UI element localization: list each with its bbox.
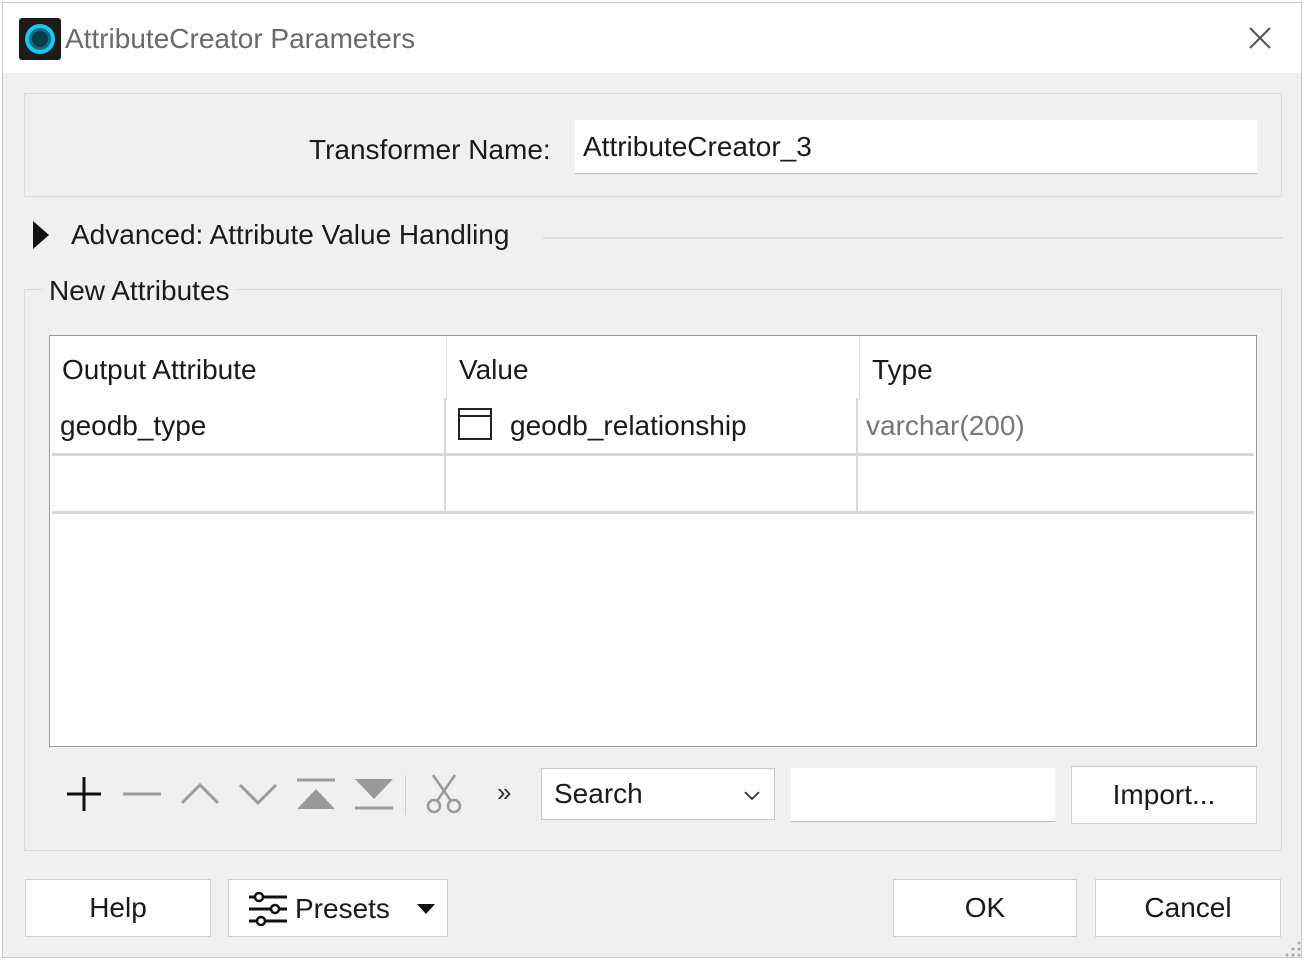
help-button[interactable]: Help bbox=[25, 879, 211, 937]
advanced-divider bbox=[543, 237, 1283, 239]
column-header-value[interactable]: Value bbox=[447, 336, 859, 400]
dialog-window: AttributeCreator Parameters Transformer … bbox=[2, 2, 1302, 958]
remove-button[interactable] bbox=[119, 771, 165, 817]
table-row[interactable]: geodb_type geodb_relationship varchar(20… bbox=[52, 398, 1254, 456]
text-editor-icon[interactable] bbox=[458, 408, 492, 440]
search-input[interactable] bbox=[791, 768, 1055, 822]
close-button[interactable] bbox=[1239, 17, 1281, 59]
search-dropdown[interactable]: Search bbox=[541, 768, 775, 820]
move-down-button[interactable] bbox=[235, 771, 281, 817]
value-cell-text: geodb_relationship bbox=[510, 410, 747, 441]
type-cell[interactable] bbox=[866, 456, 1252, 512]
window-title: AttributeCreator Parameters bbox=[65, 23, 416, 54]
column-header-type[interactable]: Type bbox=[860, 336, 1254, 400]
move-down-icon bbox=[238, 783, 278, 806]
chevron-down-icon bbox=[744, 791, 760, 801]
sliders-icon bbox=[249, 892, 287, 926]
search-dropdown-value: Search bbox=[554, 778, 643, 809]
import-button[interactable]: Import... bbox=[1071, 766, 1257, 824]
move-top-button[interactable] bbox=[293, 771, 339, 817]
value-cell[interactable]: geodb_relationship bbox=[446, 398, 856, 454]
move-bottom-button[interactable] bbox=[351, 771, 397, 817]
presets-button[interactable]: Presets bbox=[228, 879, 448, 937]
cancel-button[interactable]: Cancel bbox=[1095, 879, 1281, 937]
title-bar: AttributeCreator Parameters bbox=[3, 3, 1301, 73]
add-icon bbox=[67, 777, 101, 811]
expand-triangle-icon[interactable] bbox=[33, 221, 49, 249]
toolbar-separator bbox=[405, 775, 406, 815]
app-logo-icon bbox=[19, 18, 61, 60]
table-row[interactable] bbox=[52, 456, 1254, 514]
resize-grip-icon[interactable] bbox=[1281, 937, 1303, 959]
transformer-name-input[interactable] bbox=[575, 120, 1257, 174]
output-attribute-cell[interactable]: geodb_type bbox=[60, 398, 446, 454]
ok-button[interactable]: OK bbox=[893, 879, 1077, 937]
caret-down-icon[interactable] bbox=[417, 904, 435, 914]
move-bottom-icon bbox=[355, 779, 393, 810]
table-toolbar: » Search Import... bbox=[49, 765, 1259, 827]
cut-icon bbox=[426, 774, 462, 814]
attributes-table: Output Attribute Value Type geodb_type g… bbox=[49, 335, 1257, 747]
cut-button[interactable] bbox=[421, 771, 467, 817]
move-up-icon bbox=[180, 782, 220, 805]
type-cell[interactable]: varchar(200) bbox=[866, 398, 1252, 454]
advanced-section-label[interactable]: Advanced: Attribute Value Handling bbox=[71, 219, 516, 251]
close-icon bbox=[1249, 27, 1271, 49]
more-options-button[interactable]: » bbox=[497, 777, 511, 808]
add-button[interactable] bbox=[61, 771, 107, 817]
advanced-section-toggle[interactable]: Advanced: Attribute Value Handling bbox=[33, 217, 1283, 257]
new-attributes-label: New Attributes bbox=[43, 275, 236, 307]
transformer-name-group: Transformer Name: bbox=[24, 93, 1282, 197]
output-attribute-cell[interactable] bbox=[60, 456, 446, 512]
value-cell[interactable] bbox=[446, 456, 856, 512]
remove-icon bbox=[123, 792, 161, 796]
presets-label: Presets bbox=[295, 893, 390, 924]
move-up-button[interactable] bbox=[177, 771, 223, 817]
move-top-icon bbox=[297, 778, 335, 809]
column-header-output-attribute[interactable]: Output Attribute bbox=[50, 336, 446, 400]
transformer-name-label: Transformer Name: bbox=[309, 134, 551, 165]
